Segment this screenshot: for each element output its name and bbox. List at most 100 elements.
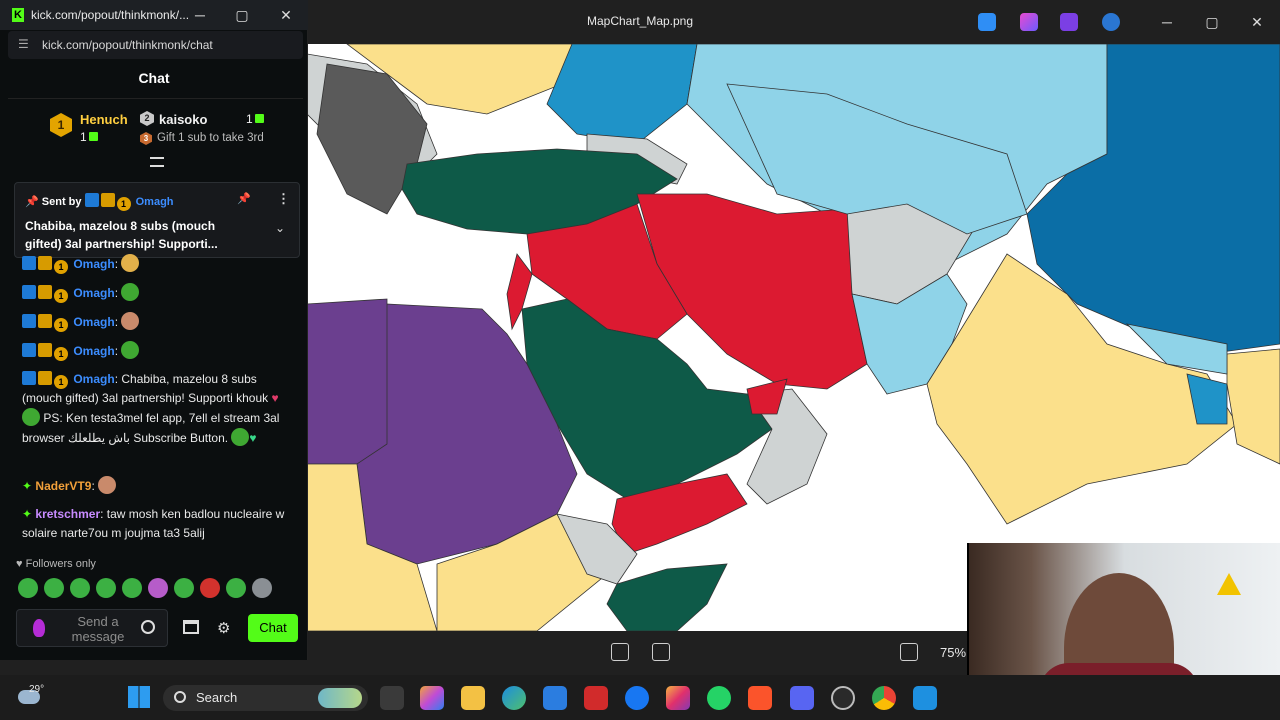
quick-emote-icon[interactable] bbox=[148, 578, 168, 598]
more-options-icon[interactable]: ⋮ bbox=[277, 191, 290, 207]
pinned-message[interactable]: 📌 Sent by 1 Omagh 📌 ⋮ Chabiba, mazelou 8… bbox=[14, 182, 300, 258]
maximize-button[interactable]: ▢ bbox=[1202, 12, 1222, 32]
crown-badge-icon bbox=[38, 285, 52, 299]
sub-badge-icon: 1 bbox=[116, 197, 131, 211]
chat-header-title: Chat bbox=[138, 70, 170, 86]
emote-face-icon bbox=[98, 476, 117, 494]
chat-close-button[interactable]: ✕ bbox=[276, 5, 296, 25]
store-icon[interactable] bbox=[183, 620, 199, 634]
leaderboard-third-hint: Gift 1 sub to take 3rd bbox=[157, 132, 264, 144]
leaderboard-first-count: 1 bbox=[80, 130, 98, 144]
sparkle-badge-icon: ✦ bbox=[22, 479, 33, 493]
sub-badge-icon: 1 bbox=[54, 347, 68, 361]
file-explorer-icon[interactable] bbox=[461, 686, 485, 710]
discord-icon[interactable] bbox=[790, 686, 814, 710]
m365-icon[interactable] bbox=[420, 686, 444, 710]
chat-username[interactable]: Omagh bbox=[73, 315, 114, 329]
moderator-badge-icon bbox=[22, 371, 36, 385]
chat-username[interactable]: kretschmer bbox=[35, 507, 100, 521]
file-explorer-blank-icon[interactable] bbox=[380, 686, 404, 710]
chat-maximize-button[interactable]: ▢ bbox=[232, 5, 252, 25]
leaderboard-second-name[interactable]: kaisoko bbox=[159, 112, 207, 127]
quick-emote-icon[interactable] bbox=[44, 578, 64, 598]
settings-gear-icon[interactable]: ⚙ bbox=[217, 619, 230, 637]
chat-separator: : bbox=[91, 479, 95, 493]
store-icon[interactable] bbox=[543, 686, 567, 710]
rank-1-medal-icon: 1 bbox=[50, 113, 72, 137]
moderator-badge-icon bbox=[22, 256, 36, 270]
chat-separator: : bbox=[114, 286, 119, 300]
brave-icon[interactable] bbox=[748, 686, 772, 710]
crop-icon[interactable] bbox=[611, 643, 629, 661]
region-libya-purple bbox=[307, 298, 388, 465]
emote-icon bbox=[121, 254, 140, 272]
followers-only-label: Followers only bbox=[25, 558, 96, 570]
chrome-icon[interactable] bbox=[872, 686, 896, 710]
clipchamp-icon[interactable] bbox=[1060, 13, 1078, 31]
sub-badge-icon: 1 bbox=[54, 260, 68, 274]
photos-icon[interactable] bbox=[913, 686, 937, 710]
quick-emote-icon[interactable] bbox=[122, 578, 142, 598]
chat-message: 1 Omagh: Chabiba, mazelou 8 subs (mouch … bbox=[22, 370, 292, 448]
gift-icon bbox=[254, 114, 264, 123]
crown-badge-icon bbox=[38, 256, 52, 270]
quick-emote-icon[interactable] bbox=[200, 578, 220, 598]
quick-emote-icon[interactable] bbox=[226, 578, 246, 598]
emote-pepe-icon bbox=[121, 283, 140, 301]
chat-username[interactable]: NaderVT9 bbox=[35, 479, 91, 493]
chat-username[interactable]: Omagh bbox=[73, 286, 114, 300]
lexicon-app-icon[interactable] bbox=[584, 686, 608, 710]
address-bar[interactable]: ☰ kick.com/popout/thinkmonk/chat bbox=[8, 31, 303, 59]
start-windows-icon[interactable] bbox=[128, 686, 150, 708]
emote-pepe-icon bbox=[231, 428, 250, 446]
emoji-picker-icon[interactable] bbox=[141, 620, 155, 634]
chat-separator: : bbox=[114, 344, 119, 358]
designer-icon[interactable] bbox=[1020, 13, 1038, 31]
fit-screen-icon[interactable] bbox=[900, 643, 918, 661]
crown-badge-icon bbox=[38, 371, 52, 385]
minimize-button[interactable]: ─ bbox=[1157, 12, 1177, 32]
unpin-icon[interactable]: 📌 bbox=[237, 192, 251, 205]
edit-image-icon[interactable] bbox=[978, 13, 996, 31]
chat-message: ✦ kretschmer: taw mosh ken badlou nuclea… bbox=[22, 505, 292, 543]
quick-emote-icon[interactable] bbox=[70, 578, 90, 598]
chat-window-title: kick.com/popout/thinkmonk/... bbox=[31, 8, 190, 22]
chat-username[interactable]: Omagh bbox=[73, 344, 114, 358]
chat-message-input[interactable]: Send a message bbox=[16, 609, 168, 647]
quick-emote-icon[interactable] bbox=[174, 578, 194, 598]
chat-send-button[interactable]: Chat bbox=[248, 614, 298, 642]
gift-leaderboard: 1 Henuch 1 2 kaisoko 1 3 Gift 1 sub to t… bbox=[8, 98, 303, 170]
collapse-leaderboard-icon[interactable] bbox=[150, 157, 164, 167]
onedrive-icon[interactable] bbox=[1102, 13, 1120, 31]
kick-drop-icon[interactable] bbox=[33, 619, 45, 637]
chat-minimize-button[interactable]: ─ bbox=[190, 5, 210, 25]
instagram-icon[interactable] bbox=[666, 686, 690, 710]
facebook-icon[interactable] bbox=[625, 686, 649, 710]
chat-message: ✦ NaderVT9: bbox=[22, 476, 292, 496]
pinned-username[interactable]: Omagh bbox=[136, 196, 174, 208]
crown-badge-icon bbox=[100, 193, 115, 207]
site-settings-icon[interactable]: ☰ bbox=[18, 37, 29, 51]
close-button[interactable]: ✕ bbox=[1247, 12, 1267, 32]
heart-icon: ♥ bbox=[16, 558, 23, 570]
expand-chevron-down-icon[interactable]: ⌄ bbox=[275, 221, 285, 235]
search-icon bbox=[174, 691, 186, 703]
leaderboard-first-name[interactable]: Henuch bbox=[80, 112, 128, 127]
moderator-badge-icon bbox=[22, 285, 36, 299]
pinned-sender-line: 📌 Sent by 1 Omagh bbox=[25, 193, 174, 211]
ocr-icon[interactable] bbox=[652, 643, 670, 661]
quick-emote-icon[interactable] bbox=[18, 578, 38, 598]
green-heart-emote-icon: ♥ bbox=[249, 431, 257, 445]
obs-icon[interactable] bbox=[831, 686, 855, 710]
pin-icon: 📌 bbox=[25, 196, 39, 208]
whatsapp-icon[interactable] bbox=[707, 686, 731, 710]
quick-emote-icon[interactable] bbox=[96, 578, 116, 598]
edge-icon[interactable] bbox=[502, 686, 526, 710]
chat-username[interactable]: Omagh bbox=[73, 257, 114, 271]
zoom-level[interactable]: 75% bbox=[940, 645, 966, 660]
search-label: Search bbox=[196, 690, 238, 705]
quick-emote-icon[interactable] bbox=[252, 578, 272, 598]
viewer-title: MapChart_Map.png bbox=[586, 14, 694, 28]
leaderboard-second-count-value: 1 bbox=[246, 112, 253, 126]
chat-username[interactable]: Omagh bbox=[73, 372, 114, 386]
